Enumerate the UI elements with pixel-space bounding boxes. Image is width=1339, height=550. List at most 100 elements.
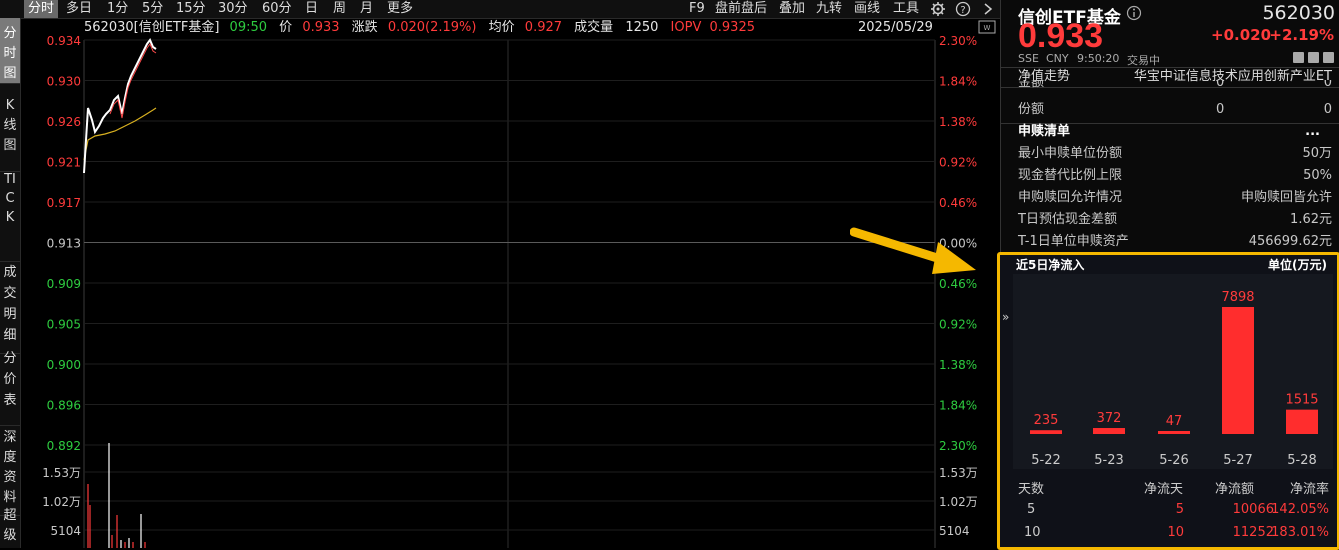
inflow-bar: [1222, 307, 1254, 434]
info-row-value2: 0: [1323, 80, 1332, 90]
exchange-label: SSE: [1018, 52, 1039, 65]
subscription-header[interactable]: 申赎清单 ...: [1018, 121, 1332, 143]
price-tick-label: 0.892: [47, 439, 81, 453]
info-row-amount: 金额 0 0: [1018, 80, 1332, 94]
table-header-inflow-days: 净流天: [1144, 482, 1184, 497]
price-tick-label: 0.930: [47, 75, 81, 89]
pct-tick-label: 0.46%: [939, 196, 977, 210]
volume-tick-label-right: 5104: [939, 524, 970, 538]
edit-icon[interactable]: [1293, 52, 1304, 63]
price-axis-labels: 0.934 2.30% 0.930 1.84% 0.926 1.38% 0.921 0.92%…: [42, 34, 977, 538]
subscription-row: 最小申赎单位份额 50万: [1018, 143, 1332, 165]
price-line: [83, 38, 157, 174]
price-change: +0.020: [1211, 26, 1272, 44]
subscription-row-value: 1.62元: [1290, 212, 1332, 227]
table-cell-inflow-rate: 142.05%: [1271, 502, 1329, 517]
inflow-bar-value: 1515: [1285, 393, 1318, 408]
table-cell-inflow-days: 10: [1167, 525, 1184, 540]
price-tick-label: 0.934: [47, 34, 81, 48]
subscription-more[interactable]: ...: [1305, 121, 1320, 143]
pct-tick-label: 1.38%: [939, 358, 977, 372]
table-header-inflow-amount: 净流额: [1215, 482, 1255, 497]
net-inflow-unit: 单位(万元): [1268, 258, 1327, 272]
current-price: 0.933: [1018, 17, 1104, 55]
pct-tick-label: 2.30%: [939, 34, 977, 48]
inflow-bar-value: 235: [1034, 413, 1059, 428]
table-cell-inflow-rate: 183.01%: [1271, 525, 1329, 540]
info-row-label: 金额: [1018, 80, 1045, 90]
table-cell-days: 5: [1027, 502, 1036, 517]
subscription-row-label: T日预估现金差额: [1018, 212, 1117, 227]
volume-tick-label-right: 1.53万: [939, 466, 978, 480]
subscription-row-value: 50万: [1302, 146, 1332, 161]
inflow-bar: [1030, 430, 1062, 434]
info-icon[interactable]: [1126, 5, 1142, 21]
inflow-bar-value: 372: [1097, 411, 1122, 426]
expand-toggle[interactable]: »: [1002, 310, 1009, 324]
volume-tick-label-right: 1.02万: [939, 495, 978, 509]
pct-tick-label: 0.92%: [939, 318, 977, 332]
pct-tick-label: 1.84%: [939, 75, 977, 89]
inflow-category-label: 5-22: [1031, 453, 1061, 468]
chart-grid: [83, 39, 936, 548]
subscription-row: T日预估现金差额 1.62元: [1018, 209, 1332, 231]
etf-code: 562030: [1262, 2, 1335, 24]
etf-quote-app: 分时 多日 1分 5分 15分 30分 60分 日 周 月 更多 F9 盘前盘后…: [0, 0, 1339, 550]
table-header-days: 天数: [1018, 482, 1045, 497]
price-tick-label: 0.905: [47, 318, 81, 332]
arrow-annotation-icon: [850, 227, 976, 274]
volume-tick-label: 1.02万: [42, 495, 81, 509]
volume-tick-label: 5104: [50, 524, 81, 538]
price-tick-label: 0.909: [47, 277, 81, 291]
volume-bars: [87, 443, 146, 548]
subscription-row: 申购赎回允许情况 申购赎回皆允许: [1018, 187, 1332, 209]
pct-tick-label: 2.30%: [939, 439, 977, 453]
table-cell-days: 10: [1024, 525, 1041, 540]
pct-tick-label: 1.38%: [939, 115, 977, 129]
info-row-label: 份额: [1018, 102, 1045, 117]
inflow-category-label: 5-28: [1287, 453, 1317, 468]
net-inflow-bar-chart: 235 5-22 372 5-23 47 5-26 7898 5-27 1515 5-28: [1030, 290, 1319, 468]
subscription-row-value: 456699.62元: [1248, 234, 1332, 249]
price-tick-label: 0.921: [47, 156, 81, 170]
quote-time: 9:50:20: [1077, 52, 1120, 65]
subscription-row-label: 申购赎回允许情况: [1018, 190, 1123, 205]
info-row-value: 0: [1216, 80, 1225, 90]
net-inflow-title: 近5日净流入: [1016, 258, 1085, 272]
subscription-row: T-1日单位申赎资产 456699.62元: [1018, 231, 1332, 253]
inflow-category-label: 5-26: [1159, 453, 1189, 468]
table-cell-inflow-days: 5: [1175, 502, 1184, 517]
quick-action-icons: [1293, 52, 1337, 64]
price-tick-label: 0.926: [47, 115, 81, 129]
info-row-value2: 0: [1323, 102, 1332, 117]
price-tick-label: 0.917: [47, 196, 81, 210]
bell-icon[interactable]: [1308, 52, 1319, 63]
inflow-bar: [1093, 428, 1125, 434]
volume-tick-label: 1.53万: [42, 466, 81, 480]
table-cell-inflow-amount: 10066: [1232, 502, 1274, 517]
inflow-bar-value: 7898: [1221, 290, 1254, 305]
table-cell-inflow-amount: 11252: [1232, 525, 1274, 540]
currency-label: CNY: [1046, 52, 1069, 65]
info-row-value: 0: [1216, 102, 1225, 117]
inflow-bar: [1158, 431, 1190, 434]
pct-tick-label: 0.46%: [939, 277, 977, 291]
add-icon[interactable]: [1323, 52, 1334, 63]
pct-tick-label: 1.84%: [939, 399, 977, 413]
subscription-row-value: 申购赎回皆允许: [1240, 190, 1332, 205]
subscription-row-value: 50%: [1303, 168, 1332, 183]
subscription-row: 现金替代比例上限 50%: [1018, 165, 1332, 187]
pct-tick-label: 0.92%: [939, 156, 977, 170]
price-tick-label: 0.913: [47, 237, 81, 251]
subscription-row-label: 现金替代比例上限: [1018, 168, 1123, 183]
inflow-bar: [1286, 409, 1318, 434]
price-change-pct: +2.19%: [1269, 26, 1334, 44]
price-tick-label: 0.896: [47, 399, 81, 413]
subscription-row-label: 最小申赎单位份额: [1018, 146, 1123, 161]
subscription-title: 申赎清单: [1018, 124, 1071, 139]
inflow-category-label: 5-23: [1094, 453, 1124, 468]
subscription-row-label: T-1日单位申赎资产: [1018, 234, 1129, 249]
table-header-inflow-rate: 净流率: [1289, 482, 1329, 497]
info-row-shares: 份额 0 0: [1018, 99, 1332, 121]
price-tick-label: 0.900: [47, 358, 81, 372]
